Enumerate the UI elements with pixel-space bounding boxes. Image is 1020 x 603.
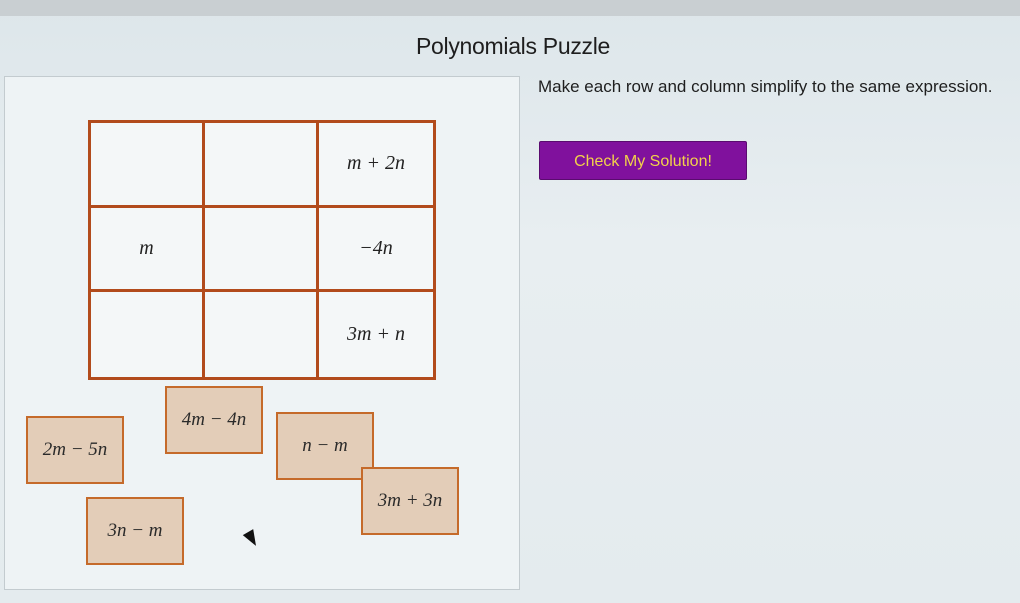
- draggable-tile[interactable]: 3n − m: [86, 497, 184, 565]
- instructions-text: Make each row and column simplify to the…: [538, 77, 993, 96]
- draggable-tile[interactable]: 2m − 5n: [26, 416, 124, 484]
- draggable-tile[interactable]: 4m − 4n: [165, 386, 263, 454]
- top-bar: [0, 0, 1020, 16]
- grid-cell-r1c2[interactable]: [205, 123, 319, 208]
- grid-cell-r3c2[interactable]: [205, 292, 319, 377]
- draggable-tile[interactable]: 3m + 3n: [361, 467, 459, 535]
- grid-cell-r2c2[interactable]: [205, 207, 319, 293]
- grid-cell-r2c1[interactable]: m: [91, 207, 205, 293]
- grid-cell-r3c1[interactable]: [91, 292, 205, 377]
- grid-cell-r3c3[interactable]: 3m + n: [319, 292, 433, 377]
- draggable-tile[interactable]: n − m: [276, 412, 374, 480]
- grid-cell-r1c1[interactable]: [91, 123, 205, 208]
- grid-cell-r1c3[interactable]: m + 2n: [319, 123, 433, 208]
- puzzle-grid: m + 2n m −4n 3m + n: [88, 120, 436, 380]
- page-title: Polynomials Puzzle: [416, 33, 611, 59]
- check-solution-button[interactable]: Check My Solution!: [539, 141, 747, 180]
- grid-cell-r2c3[interactable]: −4n: [319, 208, 433, 293]
